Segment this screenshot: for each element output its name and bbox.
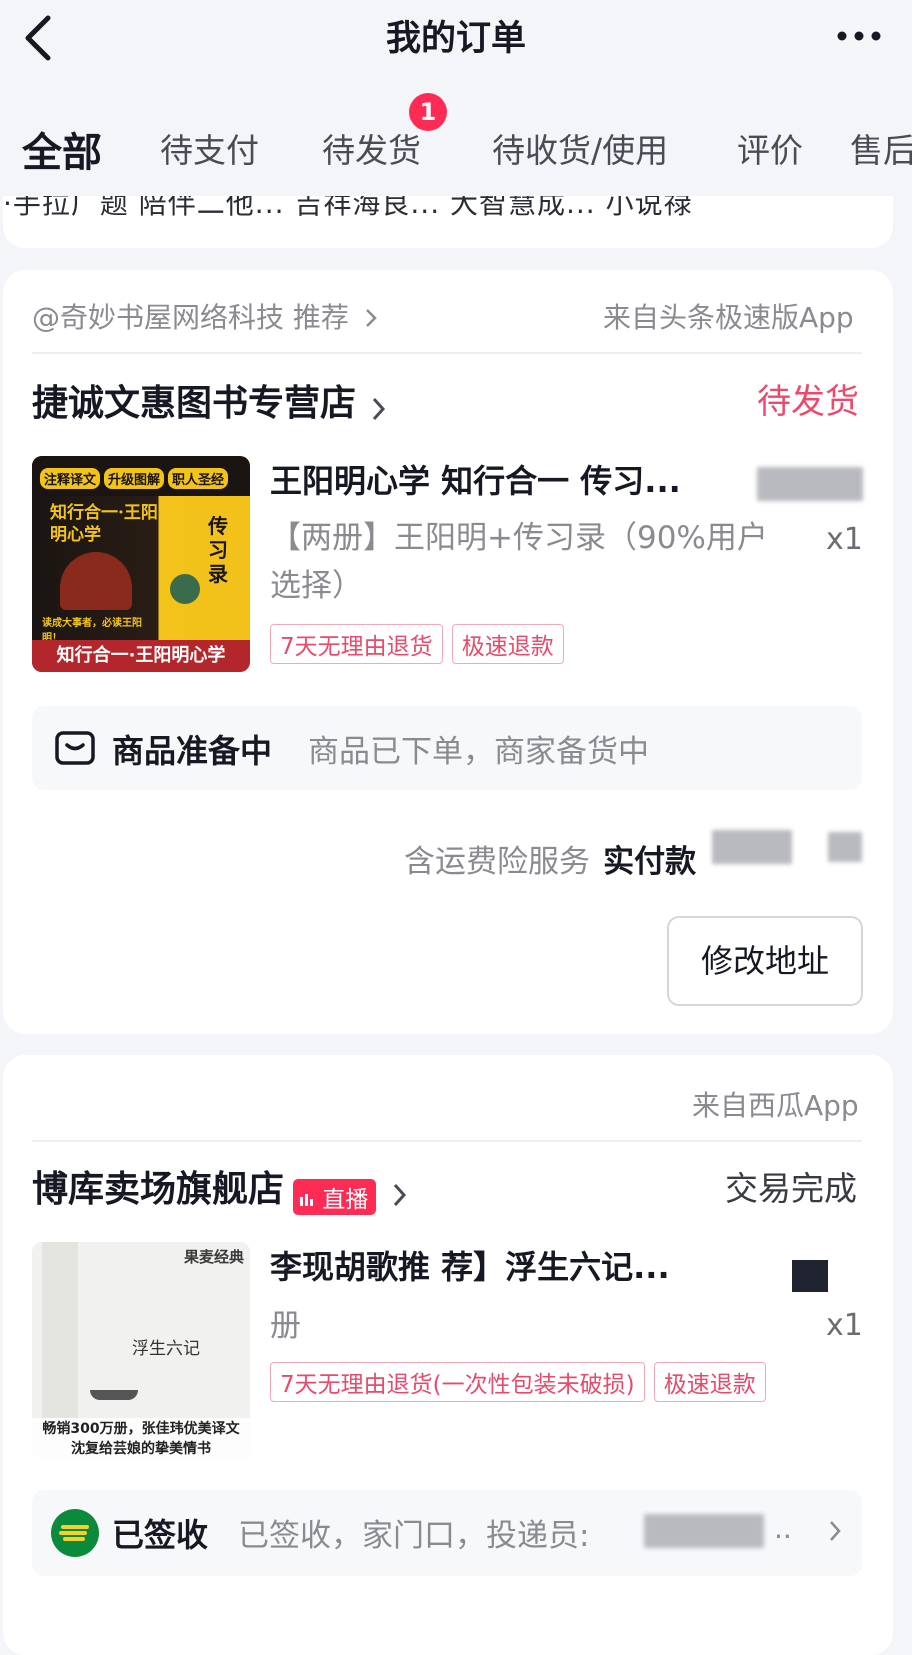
product-quantity: x1 [826, 1308, 863, 1343]
modify-address-button[interactable]: 修改地址 [667, 916, 863, 1006]
cover-banner-tag: 职人圣经 [168, 468, 229, 489]
progress-desc: 商品已下单，商家备货中 [308, 734, 649, 770]
chevron-right-icon [392, 1181, 408, 1213]
progress-title: 商品准备中 [112, 732, 273, 770]
price-redacted [792, 1260, 828, 1292]
recommend-line[interactable]: @奇妙书屋网络科技 推荐 [32, 296, 378, 336]
service-tags: 7天无理由退货(一次性包装未破损) 极速退款 [270, 1362, 766, 1402]
store-link[interactable]: 博库卖场旗舰店 直播 [32, 1160, 408, 1215]
product-image[interactable]: 果麦经典 浮生六记 畅销300万册，张佳玮优美译文 沈复给芸娘的挚美情书 [32, 1242, 250, 1458]
pending-shipment-badge: 1 [409, 93, 447, 131]
more-icon[interactable] [830, 18, 890, 54]
live-badge: 直播 [293, 1178, 377, 1215]
store-name: 捷诚文惠图书专营店 [32, 383, 357, 424]
chevron-right-icon [371, 395, 387, 427]
tab-pending-receipt[interactable]: 待收货/使用 [492, 124, 668, 172]
store-name: 博库卖场旗舰店 [32, 1169, 285, 1210]
paid-label: 实付款 [603, 844, 697, 880]
cover-book2-figure [170, 574, 200, 604]
product-spec: 【两册】王阳明+传习录（90%用户选择） [270, 520, 768, 604]
cover-boat [90, 1390, 138, 1400]
tab-pending-shipment[interactable]: 待发货 [322, 124, 421, 172]
insurance-text: 含运费险服务 [404, 844, 590, 880]
divider [32, 352, 862, 354]
cover-book1-title: 知行合一·王阳明心学 [50, 503, 158, 545]
product-title[interactable]: 王阳明心学 知行合一 传习... [270, 456, 681, 502]
service-tag: 极速退款 [653, 1362, 766, 1402]
paid-amount-redacted [712, 830, 792, 864]
order-source: 来自头条极速版App [603, 301, 854, 334]
price-redacted [757, 467, 863, 501]
cover-corner-label: 果麦经典 [183, 1248, 244, 1266]
service-tag: 7天无理由退货 [270, 624, 443, 664]
cover-banner-tag: 升级图解 [104, 468, 165, 489]
live-badge-label: 直播 [322, 1186, 369, 1213]
recommend-text: @奇妙书屋网络科技 推荐 [32, 301, 349, 334]
product-spec: 册 [270, 1308, 301, 1344]
china-post-icon [50, 1508, 100, 1562]
product-title[interactable]: 李现胡歌推 荐】浮生六记... [270, 1242, 670, 1288]
cover-caption-1: 畅销300万册，张佳玮优美译文 [32, 1418, 250, 1438]
cover-title: 浮生六记 [132, 1339, 200, 1359]
store-link[interactable]: 捷诚文惠图书专营店 [32, 374, 387, 427]
product-image[interactable]: 注释译文 升级图解 职人圣经 知行合一·王阳明心学 读成大事者，必读王阳明！ 传… [32, 456, 250, 672]
cover-banner-tag: 注释译文 [40, 468, 101, 489]
service-tag: 极速退款 [451, 624, 564, 664]
cover-figure [60, 552, 132, 610]
paid-amount-redacted [828, 832, 862, 862]
previous-order-card[interactable]: ·手拉广题 陪伴二他... 吉祥海良... 大智慧成... 小说禄 [3, 196, 893, 248]
order-tabs: 全部 待支付 待发货 待收货/使用 评价 售后 [0, 110, 912, 190]
tab-reviews[interactable]: 评价 [737, 124, 803, 172]
live-bars-icon [299, 1187, 315, 1213]
chevron-right-icon [364, 303, 378, 336]
previous-order-strip: ·手拉广题 陪伴二他... 吉祥海良... 大智慧成... 小说禄 [3, 196, 693, 220]
payment-summary: 含运费险服务 实付款 [404, 836, 696, 881]
page-title: 我的订单 [385, 19, 526, 59]
package-icon [54, 728, 96, 772]
service-tag: 7天无理由退货(一次性包装未破损) [270, 1362, 645, 1402]
tab-pending-payment[interactable]: 待支付 [160, 124, 259, 172]
order-status: 交易完成 [725, 1169, 857, 1208]
order-progress-box[interactable]: 商品准备中 商品已下单，商家备货中 [32, 706, 862, 790]
cover-book2-title: 传习录 [208, 514, 228, 586]
courier-redacted [644, 1514, 764, 1548]
tab-after-sales[interactable]: 售后 [850, 124, 912, 172]
chevron-right-icon [828, 1518, 842, 1548]
order-status: 待发货 [757, 382, 859, 422]
product-quantity: x1 [826, 522, 863, 557]
logistics-title: 已签收 [112, 1516, 209, 1554]
divider [32, 1140, 862, 1142]
service-tags: 7天无理由退货 极速退款 [270, 624, 564, 664]
logistics-box[interactable]: 已签收 已签收，家门口，投递员: .. [32, 1490, 862, 1576]
order-source: 来自西瓜App [692, 1089, 859, 1122]
logistics-desc: 已签收，家门口，投递员: [238, 1518, 590, 1554]
cover-caption-2: 沈复给芸娘的挚美情书 [32, 1438, 250, 1458]
cover-bottom-banner: 知行合一·王阳明心学 [32, 640, 250, 672]
courier-ellipsis: .. [774, 1512, 792, 1545]
tab-all[interactable]: 全部 [22, 120, 102, 178]
